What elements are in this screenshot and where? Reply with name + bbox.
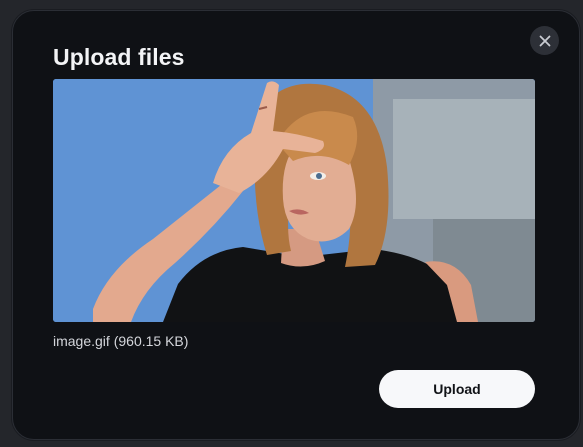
close-icon bbox=[539, 35, 550, 46]
upload-button[interactable]: Upload bbox=[379, 370, 535, 408]
file-name: image.gif bbox=[53, 333, 110, 349]
close-button[interactable] bbox=[530, 26, 559, 55]
image-preview bbox=[53, 79, 535, 322]
upload-dialog: Upload files image.gif (960.15 KB) Uploa… bbox=[12, 10, 580, 440]
dialog-title: Upload files bbox=[53, 44, 185, 70]
file-info: image.gif (960.15 KB) bbox=[53, 333, 188, 349]
file-size: (960.15 KB) bbox=[113, 333, 189, 349]
preview-image bbox=[53, 79, 535, 322]
